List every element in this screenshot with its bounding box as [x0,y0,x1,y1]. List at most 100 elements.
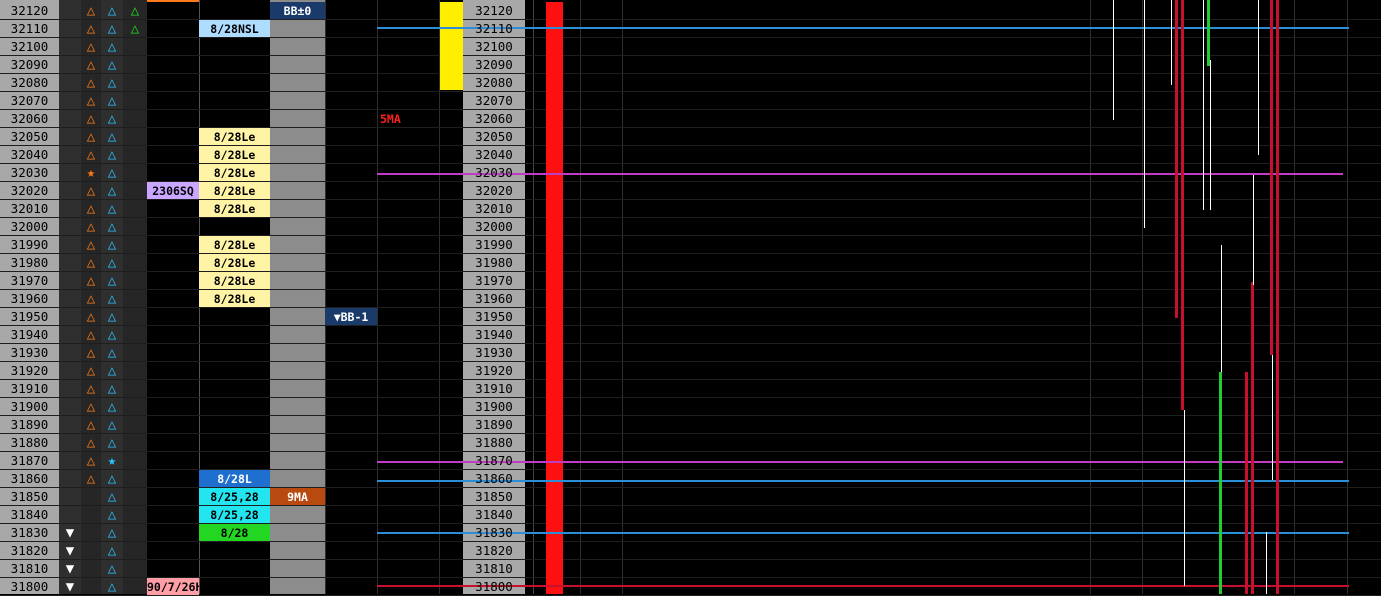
price-label-left[interactable]: 32020 [0,182,59,200]
blue-triangle-icon: △ [107,507,117,523]
price-label-right[interactable]: 32020 [463,182,525,200]
price-label-left[interactable]: 31830 [0,524,59,542]
price-label-right[interactable]: 31840 [463,506,525,524]
price-label-right[interactable]: 31950 [463,308,525,326]
price-label-right[interactable]: 32050 [463,128,525,146]
orange-triangle-icon: △ [86,309,96,325]
blue-triangle-icon: △ [107,129,117,145]
price-label-left[interactable]: 31970 [0,272,59,290]
blue-triangle-icon: △ [107,201,117,217]
blue-triangle-icon: △ [107,39,117,55]
price-label-left[interactable]: 31850 [0,488,59,506]
price-label-left[interactable]: 32110 [0,20,59,38]
tick-line [1266,532,1267,594]
price-label-right[interactable]: 32030 [463,164,525,182]
price-label-left[interactable]: 31890 [0,416,59,434]
orange-triangle-icon: △ [86,3,96,19]
price-label-right[interactable]: 31910 [463,380,525,398]
price-label-right[interactable]: 31980 [463,254,525,272]
price-label-right[interactable]: 31970 [463,272,525,290]
price-label-left[interactable]: 31820 [0,542,59,560]
price-label-right[interactable]: 31860 [463,470,525,488]
price-label-right[interactable]: 31940 [463,326,525,344]
tick-line [1272,355,1273,480]
orange-triangle-icon: △ [86,93,96,109]
price-label-left[interactable]: 32090 [0,56,59,74]
price-label-right[interactable]: 31850 [463,488,525,506]
price-label-right[interactable]: 31830 [463,524,525,542]
price-label-left[interactable]: 32040 [0,146,59,164]
orange-triangle-icon: △ [86,129,96,145]
orange-triangle-icon: △ [86,147,96,163]
price-label-right[interactable]: 31900 [463,398,525,416]
price-label-right[interactable]: 32080 [463,74,525,92]
blue-star-icon: ★ [107,453,117,469]
price-label-left[interactable]: 31910 [0,380,59,398]
price-label-right[interactable]: 31890 [463,416,525,434]
price-label-left[interactable]: 32080 [0,74,59,92]
price-label-left[interactable]: 31930 [0,344,59,362]
price-label-right[interactable]: 31990 [463,236,525,254]
row-divider [0,433,1381,434]
price-label-right[interactable]: 31880 [463,434,525,452]
price-label-left[interactable]: 31810 [0,560,59,578]
price-label-right[interactable]: 31810 [463,560,525,578]
price-label-left[interactable]: 32000 [0,218,59,236]
down-triangle-icon: ▼ [65,561,75,577]
price-label-left[interactable]: 31960 [0,290,59,308]
row-divider [0,307,1381,308]
price-label-right[interactable]: 32100 [463,38,525,56]
annotation-label: 8/28Le [199,290,270,307]
orange-triangle-icon: △ [86,255,96,271]
price-label-left[interactable]: 32060 [0,110,59,128]
price-label-left[interactable]: 32100 [0,38,59,56]
price-label-left[interactable]: 32030 [0,164,59,182]
price-label-right[interactable]: 32040 [463,146,525,164]
price-label-right[interactable]: 32110 [463,20,525,38]
price-label-left[interactable]: 31920 [0,362,59,380]
price-label-right[interactable]: 31920 [463,362,525,380]
blue-triangle-icon: △ [107,165,117,181]
price-label-right[interactable]: 31960 [463,290,525,308]
price-label-left[interactable]: 31870 [0,452,59,470]
price-label-right[interactable]: 31800 [463,578,525,596]
blue-triangle-icon: △ [107,363,117,379]
price-label-right[interactable]: 32010 [463,200,525,218]
price-label-left[interactable]: 31900 [0,398,59,416]
ma5-label: 5MA [380,112,401,126]
price-label-left[interactable]: 31990 [0,236,59,254]
candle-red [1175,0,1178,318]
price-label-right[interactable]: 32090 [463,56,525,74]
price-label-left[interactable]: 31800 [0,578,59,596]
tick-line [1203,0,1204,210]
price-label-left[interactable]: 31860 [0,470,59,488]
price-label-right[interactable]: 32000 [463,218,525,236]
price-label-left[interactable]: 32120 [0,2,59,20]
row-divider [0,361,1381,362]
price-label-left[interactable]: 32010 [0,200,59,218]
blue-triangle-icon: △ [107,327,117,343]
blue-triangle-icon: △ [107,219,117,235]
price-label-left[interactable]: 31940 [0,326,59,344]
orange-triangle-icon: △ [86,183,96,199]
price-label-right[interactable]: 31870 [463,452,525,470]
price-label-right[interactable]: 32070 [463,92,525,110]
price-label-left[interactable]: 31950 [0,308,59,326]
price-label-right[interactable]: 32060 [463,110,525,128]
price-label-left[interactable]: 32050 [0,128,59,146]
blue-triangle-icon: △ [107,381,117,397]
annotation-label: ▼BB-1 [325,308,377,325]
price-label-right[interactable]: 31930 [463,344,525,362]
price-label-left[interactable]: 31840 [0,506,59,524]
blue-triangle-icon: △ [107,435,117,451]
blue-triangle-icon: △ [107,57,117,73]
price-label-right[interactable]: 32120 [463,2,525,20]
orange-triangle-icon: △ [86,291,96,307]
tick-line [1258,0,1259,155]
price-label-right[interactable]: 31820 [463,542,525,560]
price-label-left[interactable]: 31980 [0,254,59,272]
row-divider [0,541,1381,542]
price-label-left[interactable]: 32070 [0,92,59,110]
orange-triangle-icon: △ [86,435,96,451]
price-label-left[interactable]: 31880 [0,434,59,452]
